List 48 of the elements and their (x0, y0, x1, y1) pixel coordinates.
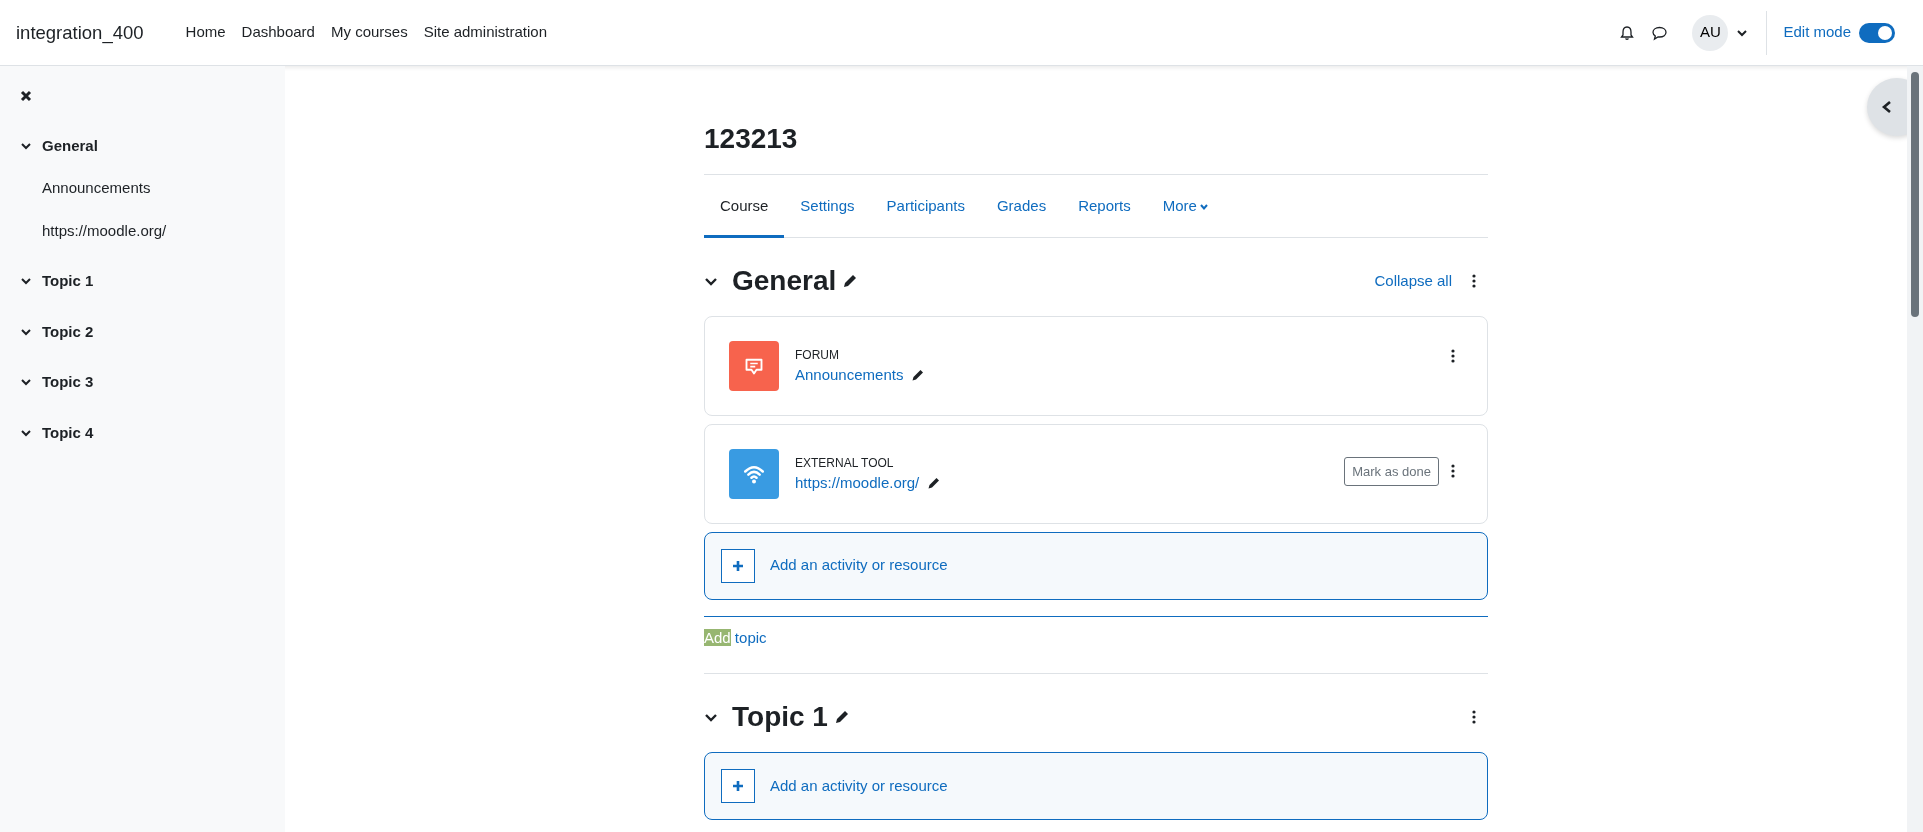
edit-mode-label: Edit mode (1783, 22, 1851, 43)
activity-link[interactable]: https://moodle.org/ (795, 471, 920, 495)
nav-link[interactable]: Home (177, 21, 234, 44)
add-activity-button[interactable]: Add an activity or resource (704, 751, 1488, 820)
user-avatar[interactable]: AU (1692, 14, 1729, 51)
sidebar-section[interactable]: General (42, 134, 98, 157)
activity-link[interactable]: Announcements (795, 363, 904, 387)
activity-type: EXTERNAL TOOL (795, 454, 895, 472)
sidebar-section[interactable]: Topic 3 (42, 371, 94, 394)
pencil-icon[interactable] (927, 475, 942, 490)
nav-link[interactable]: Site administration (415, 21, 556, 44)
add-activity-button[interactable]: Add an activity or resource (704, 531, 1488, 600)
nav-link[interactable]: Dashboard (233, 21, 323, 44)
nav-link[interactable]: My courses (322, 21, 416, 44)
sidebar-section[interactable]: Topic 2 (42, 320, 94, 343)
mark-as-done-button[interactable]: Mark as done (1344, 456, 1439, 487)
course-tab[interactable]: More (1146, 174, 1225, 239)
course-tab[interactable]: Grades (980, 174, 1063, 239)
plus-icon (721, 768, 755, 803)
scrollbar[interactable] (1907, 66, 1923, 832)
collapse-all-link[interactable]: Collapse all (1374, 269, 1452, 293)
edit-mode-toggle[interactable] (1859, 22, 1895, 43)
kebab-menu-icon[interactable] (1451, 348, 1455, 363)
sidebar-section[interactable]: Topic 1 (42, 270, 94, 293)
chat-icon[interactable] (1651, 24, 1669, 41)
section-title: Topic 1 (732, 700, 828, 734)
plus-icon (721, 548, 755, 583)
add-topic-link[interactable]: Add topic (704, 626, 767, 650)
pencil-icon[interactable] (833, 709, 850, 725)
section-title: General (732, 264, 837, 298)
close-icon[interactable] (20, 90, 32, 103)
chevron-left-icon (1881, 100, 1893, 114)
course-tab[interactable]: Settings (784, 174, 871, 239)
course-title: 123213 (704, 122, 799, 156)
activity-type: FORUM (795, 346, 840, 364)
site-name[interactable]: integration_400 (16, 18, 144, 47)
kebab-menu-icon[interactable] (1472, 273, 1476, 288)
sidebar-section[interactable]: Topic 4 (42, 421, 94, 444)
bell-icon[interactable] (1619, 24, 1636, 41)
pencil-icon[interactable] (911, 367, 926, 382)
course-tab[interactable]: Reports (1062, 174, 1147, 239)
pencil-icon[interactable] (842, 272, 859, 289)
course-tab[interactable]: Participants (870, 174, 981, 239)
kebab-menu-icon[interactable] (1451, 464, 1455, 479)
sidebar-item[interactable]: Announcements (42, 177, 151, 200)
kebab-menu-icon[interactable] (1472, 710, 1476, 724)
sidebar-item[interactable]: https://moodle.org/ (42, 219, 167, 242)
course-tab[interactable]: Course (704, 174, 785, 239)
